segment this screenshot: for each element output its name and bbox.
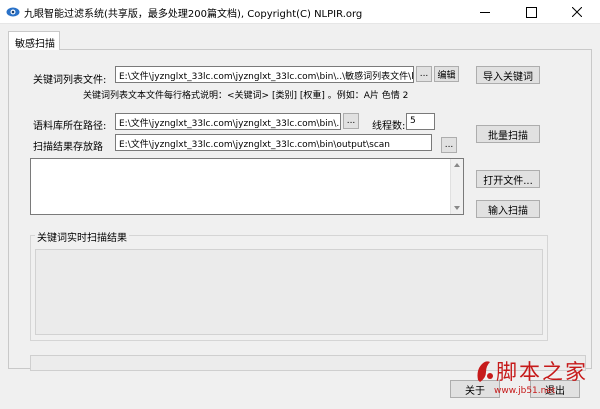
result-path-input[interactable]: E:\文件\jyznglxt_33lc.com\jyznglxt_33lc.co… — [115, 134, 432, 151]
open-file-button[interactable]: 打开文件... — [476, 170, 540, 188]
threads-input[interactable]: 5 — [406, 113, 435, 130]
realtime-results-group: 关键词实时扫描结果 — [30, 229, 548, 341]
scroll-down-icon[interactable] — [454, 206, 460, 210]
corpus-path-browse-button[interactable]: ... — [343, 113, 359, 129]
result-path-label: 扫描结果存放路 — [33, 142, 103, 153]
realtime-results-title: 关键词实时扫描结果 — [35, 229, 129, 244]
result-path-browse-button[interactable]: ... — [441, 137, 457, 153]
input-text-area[interactable] — [30, 158, 464, 215]
corpus-path-input[interactable]: E:\文件\jyznglxt_33lc.com\jyznglxt_33lc.co… — [115, 113, 341, 130]
title-bar: 九眼智能过滤系统(共享版，最多处理200篇文档), Copyright(C) N… — [0, 0, 600, 24]
close-icon — [572, 7, 582, 17]
realtime-results-area — [35, 249, 543, 335]
site-watermark: 脚本之家 www.jb51.net — [474, 354, 598, 404]
keyword-file-input[interactable]: E:\文件\jyznglxt_33lc.com\jyznglxt_33lc.co… — [115, 66, 414, 83]
keyword-file-label: 关键词列表文件: — [33, 75, 107, 86]
close-button[interactable] — [554, 0, 600, 24]
import-keywords-button[interactable]: 导入关键词 — [476, 66, 540, 84]
window-title: 九眼智能过滤系统(共享版，最多处理200篇文档), Copyright(C) N… — [24, 9, 363, 20]
watermark-text: 脚本之家 — [496, 360, 588, 384]
batch-scan-button[interactable]: 批量扫描 — [476, 125, 540, 143]
scroll-up-icon[interactable] — [454, 163, 460, 167]
minimize-button[interactable] — [462, 0, 508, 24]
maximize-button[interactable] — [508, 0, 554, 24]
keyword-file-edit-button[interactable]: 编辑 — [434, 66, 459, 82]
tab-sensitive-scan[interactable]: 敏感扫描 — [8, 31, 60, 50]
threads-label: 线程数: — [372, 121, 406, 132]
keyword-file-browse-button[interactable]: ... — [416, 66, 432, 82]
keyword-format-note: 关键词列表文本文件每行格式说明：<关键词> [类别] [权重] 。例如：A片 色… — [83, 91, 409, 101]
input-scan-button[interactable]: 输入扫描 — [476, 200, 540, 218]
tab-panel: 关键词列表文件: E:\文件\jyznglxt_33lc.com\jyznglx… — [8, 49, 592, 369]
corpus-path-label: 语料库所在路径: — [33, 121, 107, 132]
app-eye-icon — [6, 7, 20, 17]
watermark-logo-icon — [477, 361, 493, 382]
watermark-url: www.jb51.net — [494, 386, 556, 396]
text-area-scrollbar[interactable] — [450, 159, 463, 214]
client-area: 敏感扫描 关键词列表文件: E:\文件\jyznglxt_33lc.com\jy… — [0, 24, 600, 409]
